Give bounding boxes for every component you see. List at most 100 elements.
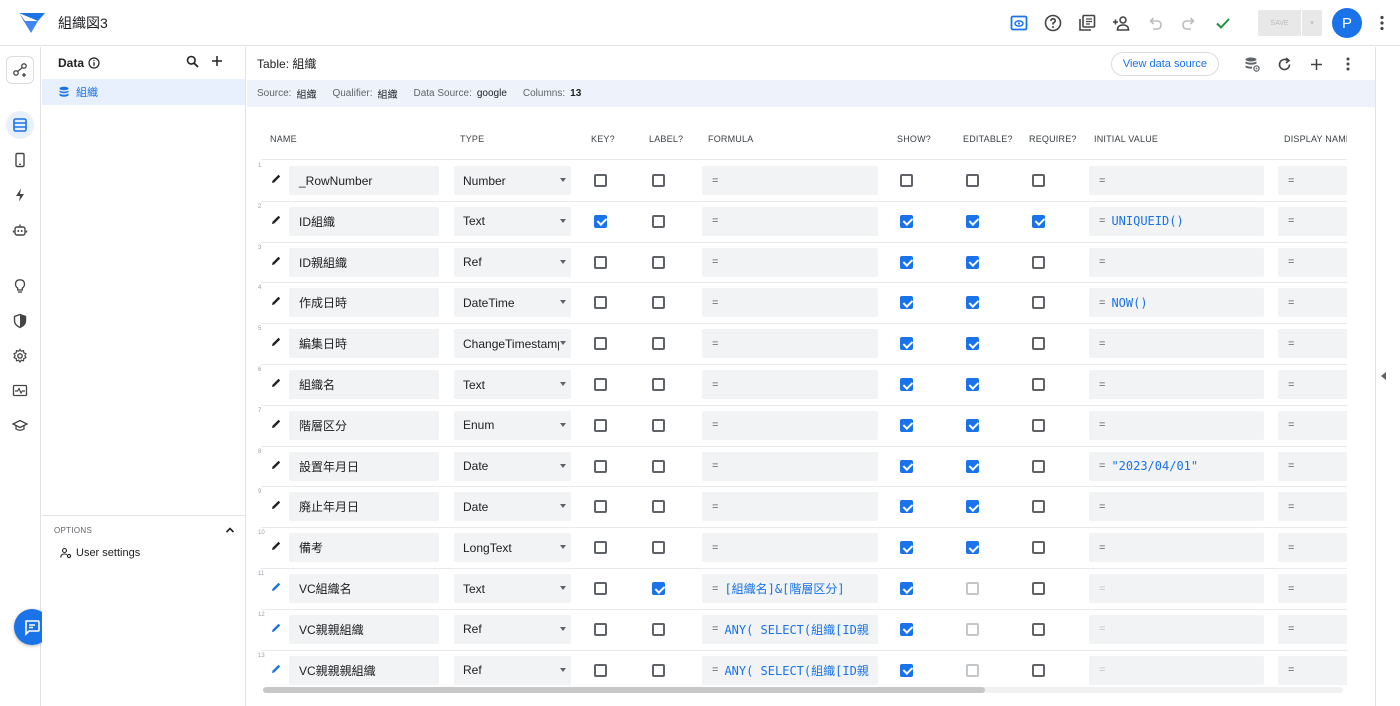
require-checkbox[interactable]	[1032, 541, 1045, 555]
key-checkbox[interactable]	[594, 378, 607, 391]
editable-checkbox[interactable]	[966, 174, 979, 187]
editable-checkbox[interactable]	[966, 418, 979, 432]
label-checkbox[interactable]	[652, 459, 665, 473]
search-icon[interactable]	[186, 55, 199, 68]
require-checkbox[interactable]	[1032, 418, 1045, 432]
formula-field[interactable]: =	[702, 288, 878, 318]
formula-field[interactable]: =	[702, 410, 878, 440]
edit-pencil-icon[interactable]	[270, 173, 282, 185]
column-type-select[interactable]: Date	[454, 492, 571, 522]
display-name-field[interactable]: =	[1278, 574, 1347, 603]
user-settings-item[interactable]: User settings	[42, 535, 245, 559]
column-type-select[interactable]: ChangeTimestamp	[454, 329, 571, 359]
column-type-select[interactable]: LongText	[454, 533, 571, 563]
initial-value-field[interactable]: = "2023/04/01"	[1089, 451, 1264, 481]
key-checkbox[interactable]	[594, 418, 607, 432]
key-checkbox[interactable]	[594, 459, 607, 473]
show-checkbox[interactable]	[900, 418, 913, 432]
initial-value-field[interactable]: =	[1089, 247, 1264, 277]
key-checkbox[interactable]	[594, 663, 607, 677]
column-name-field[interactable]: 備考	[289, 533, 439, 563]
copy-app-icon[interactable]	[1075, 11, 1099, 35]
info-icon[interactable]	[88, 57, 100, 69]
label-checkbox[interactable]	[652, 541, 665, 555]
require-checkbox[interactable]	[1032, 174, 1045, 187]
key-checkbox[interactable]	[594, 255, 607, 269]
rail-settings-gear-icon[interactable]	[8, 344, 32, 368]
edit-pencil-icon[interactable]	[270, 336, 282, 348]
require-checkbox[interactable]	[1032, 214, 1045, 228]
editable-checkbox[interactable]	[966, 541, 979, 555]
formula-field[interactable]: =	[702, 492, 878, 522]
require-checkbox[interactable]	[1032, 582, 1045, 595]
edit-pencil-icon[interactable]	[270, 622, 282, 634]
initial-value-field[interactable]: =	[1089, 655, 1264, 685]
label-checkbox[interactable]	[652, 582, 665, 595]
initial-value-field[interactable]: =	[1089, 329, 1264, 359]
edit-pencil-icon[interactable]	[270, 459, 282, 471]
column-type-select[interactable]: Text	[454, 370, 571, 399]
undo-icon[interactable]	[1143, 11, 1167, 35]
label-checkbox[interactable]	[652, 418, 665, 432]
require-checkbox[interactable]	[1032, 663, 1045, 677]
show-checkbox[interactable]	[900, 459, 913, 473]
editable-checkbox[interactable]	[966, 500, 979, 514]
rail-security-shield-icon[interactable]	[8, 309, 32, 333]
add-column-icon[interactable]	[1305, 53, 1327, 75]
display-name-field[interactable]: =	[1278, 329, 1347, 359]
more-menu-icon[interactable]	[1372, 15, 1392, 31]
editable-checkbox[interactable]	[966, 622, 979, 636]
column-name-field[interactable]: VC親親組織	[289, 614, 439, 644]
column-name-field[interactable]: 組織名	[289, 370, 439, 399]
label-checkbox[interactable]	[652, 174, 665, 187]
initial-value-field[interactable]: =	[1089, 166, 1264, 195]
display-name-field[interactable]: =	[1278, 247, 1347, 277]
formula-field[interactable]: =	[702, 533, 878, 563]
display-name-field[interactable]: =	[1278, 533, 1347, 563]
edit-pencil-icon[interactable]	[270, 214, 282, 226]
formula-field[interactable]: = ANY( SELECT(組織[ID親	[702, 614, 878, 644]
rail-monitor-icon[interactable]	[8, 379, 32, 403]
column-type-select[interactable]: Ref	[454, 614, 571, 644]
formula-field[interactable]: =	[702, 247, 878, 277]
initial-value-field[interactable]: =	[1089, 574, 1264, 603]
initial-value-field[interactable]: = UNIQUEID()	[1089, 206, 1264, 236]
editable-checkbox[interactable]	[966, 337, 979, 351]
show-checkbox[interactable]	[900, 500, 913, 514]
rail-actions-bolt-icon[interactable]	[8, 183, 32, 207]
require-checkbox[interactable]	[1032, 296, 1045, 310]
key-checkbox[interactable]	[594, 296, 607, 310]
column-name-field[interactable]: 作成日時	[289, 288, 439, 318]
column-type-select[interactable]: Date	[454, 451, 571, 481]
edit-pencil-icon[interactable]	[270, 418, 282, 430]
show-checkbox[interactable]	[900, 296, 913, 310]
column-name-field[interactable]: 編集日時	[289, 329, 439, 359]
formula-field[interactable]: = ANY( SELECT(組織[ID親	[702, 655, 878, 685]
rail-automation-start-icon[interactable]	[6, 56, 34, 84]
show-checkbox[interactable]	[900, 582, 913, 595]
rail-intelligence-bulb-icon[interactable]	[8, 274, 32, 298]
key-checkbox[interactable]	[594, 214, 607, 228]
label-checkbox[interactable]	[652, 663, 665, 677]
edit-pencil-icon[interactable]	[270, 377, 282, 389]
label-checkbox[interactable]	[652, 255, 665, 269]
table-list-item[interactable]: 組織	[42, 79, 245, 105]
display-name-field[interactable]: =	[1278, 655, 1347, 685]
column-name-field[interactable]: ID親組織	[289, 247, 439, 277]
require-checkbox[interactable]	[1032, 337, 1045, 351]
column-type-select[interactable]: Text	[454, 206, 571, 236]
user-avatar[interactable]: P	[1332, 8, 1362, 38]
require-checkbox[interactable]	[1032, 622, 1045, 636]
rail-learn-school-icon[interactable]	[8, 414, 32, 438]
formula-field[interactable]: =	[702, 206, 878, 236]
display-name-field[interactable]: =	[1278, 410, 1347, 440]
rail-automation-bot-icon[interactable]	[8, 218, 32, 242]
refresh-icon[interactable]	[1273, 53, 1295, 75]
edit-pencil-icon[interactable]	[270, 499, 282, 511]
column-type-select[interactable]: Text	[454, 574, 571, 603]
edit-pencil-icon[interactable]	[270, 295, 282, 307]
key-checkbox[interactable]	[594, 622, 607, 636]
show-checkbox[interactable]	[900, 541, 913, 555]
key-checkbox[interactable]	[594, 500, 607, 514]
formula-field[interactable]: =	[702, 166, 878, 195]
